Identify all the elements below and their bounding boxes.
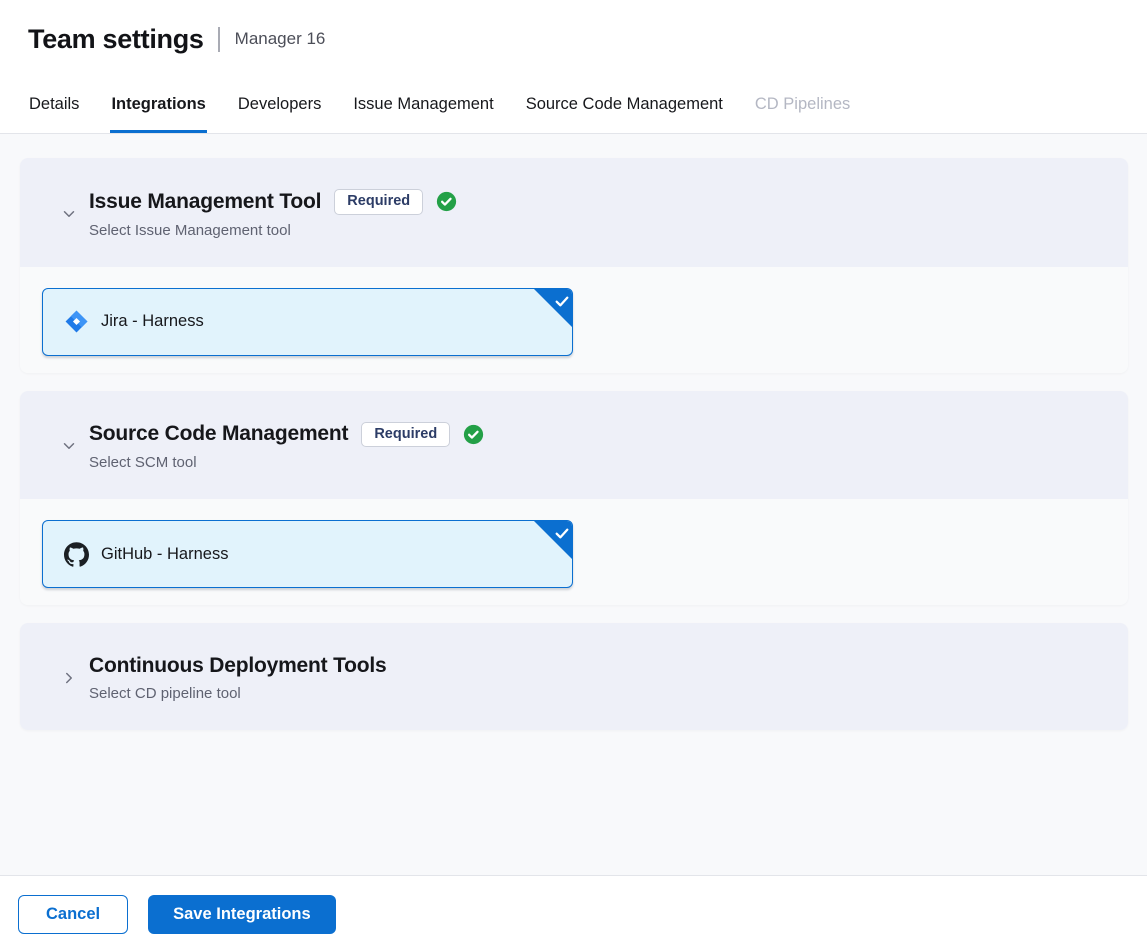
option-card-github-harness[interactable]: GitHub - Harness (42, 520, 573, 588)
save-integrations-button[interactable]: Save Integrations (148, 895, 336, 934)
section-subtitle: Select SCM tool (89, 454, 484, 471)
chevron-down-icon[interactable] (60, 205, 78, 223)
option-label: Jira - Harness (101, 312, 204, 331)
page-subtitle: Manager 16 (235, 29, 326, 49)
tab-developers[interactable]: Developers (237, 78, 322, 133)
section-issue-management-tool: Issue Management Tool Required Select Is… (20, 158, 1128, 373)
integrations-panel: Issue Management Tool Required Select Is… (0, 134, 1147, 730)
check-circle-icon (463, 424, 484, 445)
selected-corner (534, 521, 572, 559)
section-subtitle: Select CD pipeline tool (89, 685, 387, 702)
chevron-right-icon[interactable] (60, 669, 78, 687)
chevron-down-icon[interactable] (60, 437, 78, 455)
tab-cd-pipelines: CD Pipelines (754, 78, 851, 133)
section-header-cd[interactable]: Continuous Deployment Tools Select CD pi… (20, 623, 1128, 730)
required-badge: Required (361, 422, 450, 448)
section-body-scm: GitHub - Harness (20, 499, 1128, 605)
tab-integrations[interactable]: Integrations (110, 78, 206, 133)
tab-details[interactable]: Details (28, 78, 80, 133)
required-badge: Required (334, 189, 423, 215)
footer-action-bar: Cancel Save Integrations (0, 875, 1147, 952)
cancel-button[interactable]: Cancel (18, 895, 128, 934)
option-label: GitHub - Harness (101, 545, 228, 564)
section-body-issue-management: Jira - Harness (20, 267, 1128, 373)
check-icon (554, 525, 570, 541)
github-icon (64, 542, 89, 567)
section-title: Issue Management Tool (89, 190, 321, 214)
jira-icon (64, 309, 89, 334)
title-divider (218, 27, 220, 52)
section-title: Source Code Management (89, 422, 348, 446)
selected-corner (534, 289, 572, 327)
section-title: Continuous Deployment Tools (89, 654, 387, 678)
page-title: Team settings (28, 24, 204, 55)
check-icon (554, 293, 570, 309)
tab-source-code-management[interactable]: Source Code Management (525, 78, 724, 133)
tabs-bar: Details Integrations Developers Issue Ma… (0, 78, 1147, 134)
section-continuous-deployment: Continuous Deployment Tools Select CD pi… (20, 623, 1128, 730)
section-header-scm[interactable]: Source Code Management Required Select S… (20, 391, 1128, 500)
section-header-issue-management[interactable]: Issue Management Tool Required Select Is… (20, 158, 1128, 267)
page-header: Team settings Manager 16 (0, 0, 1147, 78)
section-source-code-management: Source Code Management Required Select S… (20, 391, 1128, 606)
section-subtitle: Select Issue Management tool (89, 222, 457, 239)
check-circle-icon (436, 191, 457, 212)
option-card-jira-harness[interactable]: Jira - Harness (42, 288, 573, 356)
tab-issue-management[interactable]: Issue Management (352, 78, 494, 133)
